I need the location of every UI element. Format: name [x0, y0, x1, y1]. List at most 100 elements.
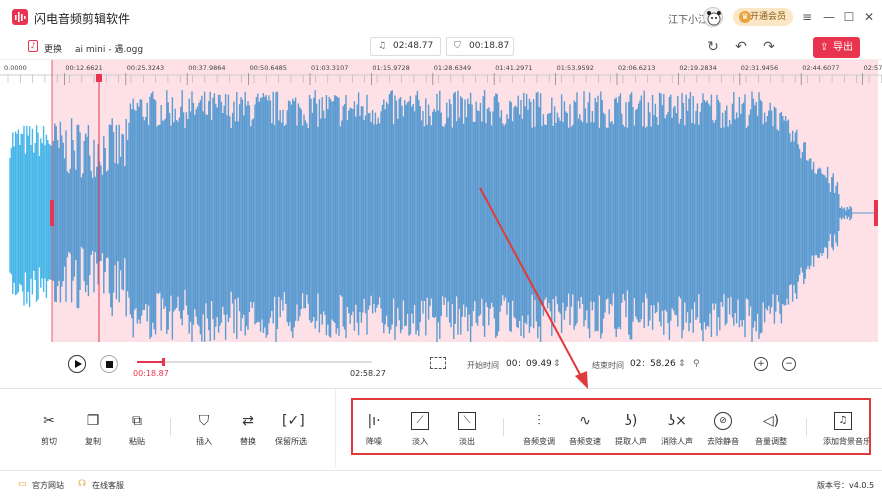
end-stepper-icon[interactable]: ⇕ [678, 359, 686, 369]
playback-progress-handle[interactable] [161, 358, 165, 366]
paste-button[interactable]: ⧉ 粘贴 [117, 412, 157, 447]
toolbar-separator [170, 418, 171, 436]
website-label: 官方网站 [32, 481, 64, 490]
transport-bar: 00:18.87 02:58.27 开始时间 00 : 09.49 ⇕ 结束时间… [0, 345, 882, 385]
export-icon: ⇪ [820, 42, 829, 53]
keep-selection-label: 保留所选 [275, 437, 307, 446]
start-sec-input[interactable]: 09.49 [526, 359, 552, 369]
start-colon: : [518, 359, 522, 369]
close-icon[interactable]: ✕ [860, 8, 878, 26]
app-title: 闪电音频剪辑软件 [34, 12, 131, 26]
zoom-in-icon[interactable]: + [754, 357, 768, 371]
version-label: 版本号：v4.0.5 [817, 481, 875, 490]
keep-selection-button[interactable]: [✓] 保留所选 [271, 412, 311, 447]
music-note-icon: ♫ [378, 41, 387, 51]
cut-button[interactable]: ✂ 剪切 [29, 412, 69, 447]
selected-duration: 00:18.87 [469, 41, 510, 51]
total-duration: 02:48.77 [393, 41, 434, 51]
support-link[interactable]: ☊ 在线客服 [78, 479, 124, 491]
play-icon [75, 360, 82, 368]
selection-start-handle [50, 200, 54, 226]
select-range-icon[interactable] [430, 357, 446, 369]
cut-label: 剪切 [41, 437, 57, 446]
end-sec-input[interactable]: 58.26 [650, 359, 676, 369]
ruler-tick-label: 00:50.6485 [250, 64, 287, 72]
maximize-icon[interactable]: ☐ [840, 8, 858, 26]
insert-button[interactable]: ⛉ 插入 [184, 412, 224, 447]
end-time-label: 结束时间 [592, 361, 624, 370]
pin-icon[interactable]: ⚲ [693, 359, 700, 369]
copy-icon: ❐ [86, 413, 100, 429]
vip-button[interactable]: ♛ 开通会员 [733, 8, 793, 26]
playback-progress[interactable] [137, 358, 372, 366]
shield-icon: ⛉ [454, 41, 461, 51]
ruler-tick-label: 02:44.6077 [802, 64, 839, 72]
ruler-tick-label: 02:31.9456 [741, 64, 778, 72]
vip-label: 开通会员 [749, 12, 786, 22]
stop-icon [106, 361, 113, 368]
menu-icon[interactable]: ≡ [798, 8, 816, 26]
ruler-tick-label: 01:03.3107 [311, 64, 348, 72]
website-link[interactable]: ▭ 官方网站 [18, 479, 64, 491]
status-bar: ▭ 官方网站 ☊ 在线客服 版本号：v4.0.5 [0, 470, 882, 500]
playhead-handle [96, 74, 102, 82]
user-name[interactable]: 江下小江 [668, 11, 708, 26]
ruler-tick-label: 00:25.3243 [127, 64, 164, 72]
start-time-label: 开始时间 [467, 361, 499, 370]
title-bar: 闪电音频剪辑软件 江下小江 ♛ 开通会员 ≡ — ☐ ✕ [0, 0, 882, 34]
replace-button[interactable]: ⇄ 替换 [228, 412, 268, 447]
end-colon: : [642, 359, 646, 369]
selection-end-handle [874, 200, 878, 226]
playback-progress-fill [137, 361, 163, 363]
toolbar-divider [335, 389, 336, 468]
support-label: 在线客服 [92, 481, 124, 490]
swap-icon: ⇄ [242, 413, 254, 429]
stop-button[interactable] [100, 355, 118, 373]
keep-selection-icon: [✓] [282, 413, 305, 429]
paste-label: 粘贴 [129, 437, 145, 446]
scissors-icon: ✂ [43, 413, 55, 429]
export-label: 导出 [833, 42, 853, 53]
start-stepper-icon[interactable]: ⇕ [553, 359, 561, 369]
app-logo-icon [12, 9, 28, 25]
end-min-input[interactable]: 02 [630, 359, 641, 369]
paste-icon: ⧉ [132, 413, 142, 429]
current-time: 00:18.87 [133, 369, 169, 378]
ruler-tick-label: 02:06.6213 [618, 64, 655, 72]
zoom-out-icon[interactable]: − [782, 357, 796, 371]
crown-icon: ♛ [739, 11, 751, 23]
ruler-tick-label: 01:28.6349 [434, 64, 471, 72]
file-name: ai mini - 遇.ogg [75, 45, 144, 55]
selected-duration-box: ⛉ 00:18.87 [446, 37, 514, 56]
ruler-tick-label: 01:41.2971 [495, 64, 532, 72]
waveform-canvas[interactable]: 0.0000 00:12.6621 00:25.3243 00:37.9864 00:5… [0, 60, 882, 342]
ruler-tick-label: 00:12.6621 [65, 64, 102, 72]
ruler-tick-label: 01:53.9592 [557, 64, 594, 72]
ruler-tick-label: 02:57.2 [864, 64, 882, 72]
play-button[interactable] [68, 355, 86, 373]
monitor-icon: ▭ [18, 479, 27, 489]
end-time: 02:58.27 [350, 369, 386, 378]
undo-icon[interactable]: ↶ [733, 39, 749, 55]
headset-icon: ☊ [78, 479, 86, 489]
waveform-editor[interactable]: 0.0000 00:12.6621 00:25.3243 00:37.9864 00:5… [0, 60, 882, 342]
refresh-icon[interactable]: ↻ [705, 39, 721, 55]
avatar[interactable] [703, 7, 723, 27]
copy-button[interactable]: ❐ 复制 [73, 412, 113, 447]
insert-label: 插入 [196, 437, 212, 446]
export-button[interactable]: ⇪ 导出 [813, 37, 860, 58]
total-duration-box: ♫ 02:48.77 [370, 37, 441, 56]
redo-icon[interactable]: ↷ [761, 39, 777, 55]
music-file-icon: ♪ [28, 40, 38, 52]
ruler-tick-label: 01:15.9728 [372, 64, 409, 72]
replace-file-button[interactable]: 更换 [44, 42, 62, 55]
minimize-icon[interactable]: — [820, 8, 838, 26]
ruler-tick-label: 00:37.9864 [188, 64, 225, 72]
copy-label: 复制 [85, 437, 101, 446]
file-bar: ♪ 更换 ai mini - 遇.ogg ♫ 02:48.77 ⛉ 00:18.… [0, 34, 882, 60]
insert-icon: ⛉ [198, 413, 210, 429]
replace-label: 替换 [240, 437, 256, 446]
annotation-highlight-box [351, 398, 871, 455]
ruler-tick-label: 0.0000 [4, 64, 27, 72]
start-min-input[interactable]: 00 [506, 359, 517, 369]
